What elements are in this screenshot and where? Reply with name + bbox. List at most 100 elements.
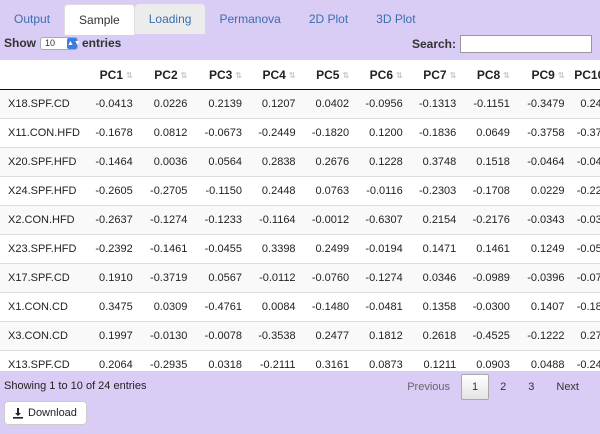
value-cell: 0.1211	[408, 350, 463, 371]
header-cell-pc9[interactable]: PC9 ⇅	[515, 60, 571, 90]
value-cell: 0.1997	[88, 321, 139, 351]
header-label: PC6	[369, 67, 394, 82]
value-cell: -0.1864	[570, 292, 600, 322]
table-row[interactable]: X13.SPF.CD 0.2064 -0.2935 0.0318 -0.2111 0.31…	[0, 350, 600, 371]
value-cell: -0.4761	[193, 292, 248, 322]
row-name-cell: X23.SPF.HFD	[0, 234, 89, 264]
download-button[interactable]: Download	[4, 401, 87, 425]
value-cell: 0.0567	[193, 263, 248, 293]
table-row[interactable]: X2.CON.HFD -0.2637 -0.1274 -0.1233 -0.1164 -0…	[0, 205, 600, 235]
previous-page-button[interactable]: Previous	[396, 375, 461, 399]
value-cell: 0.1358	[408, 292, 463, 322]
value-cell: -0.0673	[193, 118, 248, 148]
page-button-2[interactable]: 2	[489, 375, 517, 399]
value-cell: 0.0763	[301, 176, 356, 206]
table-row[interactable]: X17.SPF.CD 0.1910 -0.3719 0.0567 -0.0112 -0.0…	[0, 263, 600, 293]
page-button-1[interactable]: 1	[461, 374, 490, 400]
pagination: Previous 1 2 3 Next	[396, 374, 590, 400]
value-cell: -0.1233	[193, 205, 248, 235]
table-row[interactable]: X11.CON.HFD -0.1678 0.0812 -0.0673 -0.2449 -0…	[0, 118, 600, 148]
tab-bar: Output Sample Loading Permanova 2D Plot …	[0, 4, 430, 35]
tab-2d-plot[interactable]: 2D Plot	[295, 4, 362, 34]
download-label: Download	[28, 407, 77, 419]
row-name-cell: X17.SPF.CD	[0, 263, 89, 293]
next-page-button[interactable]: Next	[545, 375, 590, 399]
table-row[interactable]: X24.SPF.HFD -0.2605 -0.2705 -0.1150 0.2448 0.…	[0, 176, 600, 206]
value-cell: 0.0402	[301, 89, 356, 119]
value-cell: -0.0116	[355, 176, 409, 206]
header-cell-rowname[interactable]	[0, 60, 89, 90]
page-length-select[interactable]: 10 ▲▼	[40, 36, 81, 50]
header-label: PC2	[154, 67, 178, 82]
value-cell: 0.1207	[247, 89, 302, 119]
table-row[interactable]: X23.SPF.HFD -0.2392 -0.1461 -0.0455 0.3398 0.…	[0, 234, 600, 264]
value-cell: -0.1836	[408, 118, 463, 148]
header-cell-pc2[interactable]: PC2 ⇅	[138, 60, 194, 90]
tab-3d-plot[interactable]: 3D Plot	[362, 4, 429, 34]
sort-icon: ⇅	[557, 70, 565, 80]
value-cell: 0.0873	[355, 350, 409, 371]
tab-sample[interactable]: Sample	[64, 4, 135, 35]
header-label: PC10	[574, 67, 600, 82]
value-cell: -0.1480	[301, 292, 356, 322]
value-cell: -0.0300	[462, 292, 516, 322]
data-table-container: PC1⇅PC2⇅PC3⇅PC4⇅PC5⇅PC6⇅PC7⇅PC8⇅PC9⇅PC10…	[0, 60, 600, 371]
header-label: PC7	[423, 67, 447, 82]
search-label: Search:	[411, 37, 456, 51]
row-name-cell: X2.CON.HFD	[0, 205, 89, 235]
value-cell: -0.3757	[570, 118, 600, 148]
row-name-cell: X11.CON.HFD	[0, 118, 89, 148]
search-input[interactable]	[460, 35, 592, 53]
header-cell-pc8[interactable]: PC8 ⇅	[462, 60, 516, 90]
value-cell: -0.0956	[355, 89, 409, 119]
header-cell-pc5[interactable]: PC5 ⇅	[301, 60, 356, 90]
header-cell-pc1[interactable]: PC1 ⇅	[88, 60, 139, 90]
sort-icon: ⇅	[449, 70, 457, 80]
table-row[interactable]: X3.CON.CD 0.1997 -0.0130 -0.0078 -0.3538 0.24…	[0, 321, 600, 351]
chevron-updown-icon: ▲▼	[67, 37, 81, 49]
sort-icon: ⇅	[126, 70, 133, 80]
header-label: PC9	[531, 67, 555, 82]
value-cell: -0.3538	[247, 321, 302, 351]
value-cell: 0.1518	[462, 147, 516, 177]
value-cell: 0.2064	[88, 350, 139, 371]
value-cell: 0.0229	[515, 176, 571, 206]
value-cell: 0.3748	[408, 147, 463, 177]
header-cell-pc3[interactable]: PC3 ⇅	[193, 60, 248, 90]
sort-icon: ⇅	[235, 70, 242, 80]
tab-loading[interactable]: Loading	[134, 4, 206, 34]
header-cell-pc10[interactable]: PC10⇅	[570, 60, 600, 90]
table-row[interactable]: X20.SPF.HFD -0.1464 0.0036 0.0564 0.2838 0.26…	[0, 147, 600, 177]
value-cell: 0.2618	[408, 321, 463, 351]
value-cell: 0.0903	[462, 350, 516, 371]
value-cell: 0.1910	[88, 263, 139, 293]
header-cell-pc7[interactable]: PC7 ⇅	[408, 60, 463, 90]
value-cell: -0.1150	[193, 176, 248, 206]
value-cell: -0.1708	[462, 176, 516, 206]
value-cell: -0.0396	[515, 263, 571, 293]
page-button-3[interactable]: 3	[517, 375, 545, 399]
tab-permanova[interactable]: Permanova	[205, 4, 294, 34]
value-cell: 0.0649	[462, 118, 516, 148]
header-row: PC1⇅PC2⇅PC3⇅PC4⇅PC5⇅PC6⇅PC7⇅PC8⇅PC9⇅PC10…	[0, 60, 600, 90]
value-cell: 0.2676	[301, 147, 356, 177]
table-row[interactable]: X18.SPF.CD -0.0413 0.0226 0.2139 0.1207 0.040…	[0, 89, 600, 119]
value-cell: -0.0323	[570, 205, 600, 235]
data-table: PC1⇅PC2⇅PC3⇅PC4⇅PC5⇅PC6⇅PC7⇅PC8⇅PC9⇅PC10…	[0, 60, 600, 371]
download-icon	[13, 408, 23, 419]
value-cell: -0.2303	[408, 176, 463, 206]
value-cell: 0.2477	[301, 321, 356, 351]
search-control: Search:	[412, 35, 592, 53]
header-cell-pc6[interactable]: PC6 ⇅	[355, 60, 409, 90]
value-cell: -0.0413	[88, 89, 139, 119]
value-cell: -0.1678	[88, 118, 139, 148]
value-cell: -0.4525	[462, 321, 516, 351]
table-row[interactable]: X1.CON.CD 0.3475 0.0309 -0.4761 0.0084 -0.148…	[0, 292, 600, 322]
header-label: PC5	[316, 67, 340, 82]
header-cell-pc4[interactable]: PC4 ⇅	[247, 60, 302, 90]
value-cell: 0.0226	[138, 89, 194, 119]
tab-output[interactable]: Output	[0, 4, 64, 34]
value-cell: 0.2139	[193, 89, 248, 119]
value-cell: 0.1407	[515, 292, 571, 322]
value-cell: 0.1812	[355, 321, 409, 351]
